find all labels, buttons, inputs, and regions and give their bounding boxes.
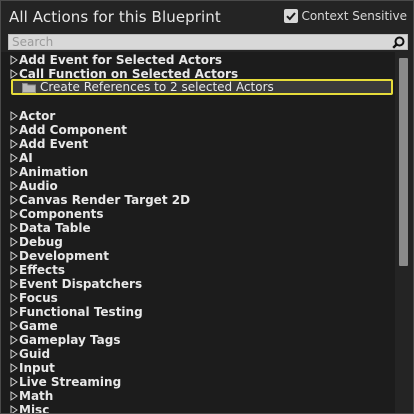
checkmark-icon xyxy=(286,12,297,21)
expand-arrow-icon[interactable] xyxy=(10,167,18,177)
category-item[interactable]: Data Table xyxy=(1,221,393,235)
category-item[interactable]: Debug xyxy=(1,235,393,249)
search-box[interactable] xyxy=(8,34,408,50)
category-item[interactable]: Math xyxy=(1,389,393,403)
expand-arrow-icon[interactable] xyxy=(10,363,18,373)
expand-arrow-icon[interactable] xyxy=(10,321,18,331)
context-sensitive-toggle[interactable]: Context Sensitive xyxy=(284,9,407,23)
expand-arrow-icon[interactable] xyxy=(10,377,18,387)
category-item[interactable]: Development xyxy=(1,249,393,263)
category-item[interactable]: Game xyxy=(1,319,393,333)
expand-arrow-icon[interactable] xyxy=(10,405,18,413)
category-label: Focus xyxy=(19,291,58,305)
expand-arrow-icon[interactable] xyxy=(10,139,18,149)
search-input[interactable] xyxy=(12,34,382,50)
expand-arrow-icon[interactable] xyxy=(10,111,18,121)
expand-arrow-icon[interactable] xyxy=(10,209,18,219)
expand-arrow-icon[interactable] xyxy=(10,237,18,247)
category-item[interactable]: Live Streaming xyxy=(1,375,393,389)
expand-arrow-icon[interactable] xyxy=(10,293,18,303)
expand-arrow-icon[interactable] xyxy=(10,223,18,233)
category-label: Functional Testing xyxy=(19,305,143,319)
expand-arrow-icon[interactable] xyxy=(10,69,18,79)
category-item[interactable]: Input xyxy=(1,361,393,375)
category-label: Canvas Render Target 2D xyxy=(19,193,191,207)
expand-arrow-icon[interactable] xyxy=(10,349,18,359)
category-label: Audio xyxy=(19,179,58,193)
category-item[interactable]: Animation xyxy=(1,165,393,179)
category-label: Animation xyxy=(19,165,89,179)
category-item[interactable]: Guid xyxy=(1,347,393,361)
category-item[interactable]: AI xyxy=(1,151,393,165)
expand-arrow-icon[interactable] xyxy=(10,153,18,163)
category-label: Development xyxy=(19,249,109,263)
category-item[interactable]: Focus xyxy=(1,291,393,305)
category-label: Math xyxy=(19,389,54,403)
expand-arrow-icon[interactable] xyxy=(10,181,18,191)
expand-arrow-icon[interactable] xyxy=(10,335,18,345)
category-label: Actor xyxy=(19,109,56,123)
vertical-scrollbar[interactable] xyxy=(395,52,413,413)
expand-arrow-icon[interactable] xyxy=(10,265,18,275)
list-item-label: Add Event for Selected Actors xyxy=(19,53,223,67)
scrollbar-thumb[interactable] xyxy=(399,58,408,266)
category-label: Game xyxy=(19,319,58,333)
category-label: Add Component xyxy=(19,123,127,137)
expand-arrow-icon[interactable] xyxy=(10,125,18,135)
category-label: Event Dispatchers xyxy=(19,277,143,291)
category-label: Debug xyxy=(19,235,63,249)
context-sensitive-label: Context Sensitive xyxy=(301,9,407,23)
category-label: AI xyxy=(19,151,33,165)
category-item[interactable]: Effects xyxy=(1,263,393,277)
action-list: Add Event for Selected Actors Call Funct… xyxy=(1,52,395,413)
category-item[interactable]: Functional Testing xyxy=(1,305,393,319)
list-item[interactable]: Add Event for Selected Actors xyxy=(1,53,393,67)
expand-arrow-icon[interactable] xyxy=(10,307,18,317)
folder-icon xyxy=(22,82,36,93)
menu-title: All Actions for this Blueprint xyxy=(9,8,221,26)
expand-arrow-icon[interactable] xyxy=(10,195,18,205)
category-label: Input xyxy=(19,361,55,375)
selected-action-label: Create References to 2 selected Actors xyxy=(40,80,274,94)
category-label: Add Event xyxy=(19,137,89,151)
category-item[interactable]: Event Dispatchers xyxy=(1,277,393,291)
category-label: Effects xyxy=(19,263,66,277)
expand-arrow-icon[interactable] xyxy=(10,55,18,65)
context-sensitive-checkbox[interactable] xyxy=(284,9,299,23)
category-label: Live Streaming xyxy=(19,375,122,389)
category-item[interactable]: Canvas Render Target 2D xyxy=(1,193,393,207)
menu-header: All Actions for this Blueprint Context S… xyxy=(1,1,413,33)
category-item[interactable]: Gameplay Tags xyxy=(1,333,393,347)
category-item[interactable]: Misc xyxy=(1,403,393,413)
selected-action-item[interactable]: Create References to 2 selected Actors xyxy=(11,79,393,95)
category-label: Gameplay Tags xyxy=(19,333,121,347)
category-item[interactable]: Actor xyxy=(1,109,393,123)
category-item[interactable]: Add Component xyxy=(1,123,393,137)
category-item[interactable]: Components xyxy=(1,207,393,221)
expand-arrow-icon[interactable] xyxy=(10,251,18,261)
category-item[interactable]: Add Event xyxy=(1,137,393,151)
category-label: Guid xyxy=(19,347,51,361)
blueprint-action-menu: All Actions for this Blueprint Context S… xyxy=(0,0,414,414)
category-label: Misc xyxy=(19,403,50,413)
expand-arrow-icon[interactable] xyxy=(10,391,18,401)
category-label: Components xyxy=(19,207,104,221)
category-label: Data Table xyxy=(19,221,91,235)
search-icon[interactable] xyxy=(392,36,405,49)
expand-arrow-icon[interactable] xyxy=(10,279,18,289)
category-item[interactable]: Audio xyxy=(1,179,393,193)
